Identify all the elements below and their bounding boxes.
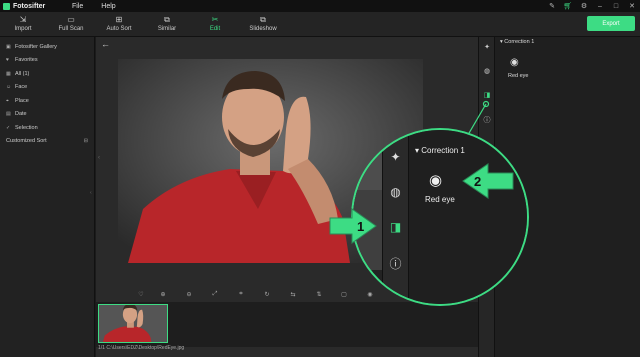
toolbar-import[interactable]: ⇲ Import: [3, 15, 43, 32]
import-icon: ⇲: [19, 15, 27, 24]
fit-icon[interactable]: ⤢: [210, 291, 220, 298]
maximize-icon[interactable]: □: [608, 3, 624, 10]
color-icon[interactable]: ◍: [479, 67, 495, 75]
tools-icon[interactable]: ✎: [544, 2, 560, 10]
file-index: 1/1: [98, 345, 105, 351]
sidebar-item-date[interactable]: ▤ Date: [0, 108, 94, 122]
grid-icon: ▦: [6, 70, 11, 77]
retouch-icon[interactable]: ✦: [383, 150, 408, 164]
red-eye-icon[interactable]: ◉: [510, 57, 519, 68]
flip-horizontal-icon[interactable]: ⇆: [288, 291, 298, 298]
selection-icon: ✓: [6, 124, 11, 131]
toolbar-slideshow[interactable]: ⧉ Slideshow: [243, 15, 283, 32]
export-button[interactable]: Export: [587, 16, 635, 31]
gallery-icon: ▣: [6, 43, 11, 50]
collapse-sidebar-icon[interactable]: ‹: [90, 190, 92, 196]
slideshow-icon: ⧉: [260, 15, 266, 24]
info-icon[interactable]: ⓘ: [479, 115, 495, 125]
correction-section-title: Correction 1: [504, 39, 535, 45]
customized-sort-label: Customized Sort: [6, 138, 47, 145]
favorite-icon[interactable]: ♡: [136, 291, 146, 298]
similar-icon: ⧉: [164, 15, 170, 24]
sidebar-item-label: Favorites: [15, 57, 38, 64]
previous-photo-icon[interactable]: ‹: [98, 155, 100, 161]
sidebar-item-label: Date: [15, 111, 27, 118]
flip-vertical-icon[interactable]: ⇅: [314, 291, 324, 298]
sidebar-item-label: Place: [15, 97, 29, 104]
filmstrip: [96, 302, 478, 347]
callout-photo-fragment: [353, 130, 382, 270]
toolbar-full-scan[interactable]: ▭ Full Scan: [51, 15, 91, 32]
sidebar-item-place[interactable]: ⌖ Place: [0, 94, 94, 108]
auto-sort-icon: ⊞: [115, 15, 123, 24]
full-scan-icon: ▭: [67, 15, 75, 24]
cart-icon[interactable]: 🛒︎: [560, 2, 576, 10]
info-icon[interactable]: ⓘ: [383, 255, 408, 272]
toolbar-edit-label: Edit: [209, 26, 221, 32]
sidebar-item-favorites[interactable]: ♥ Favorites: [0, 54, 94, 68]
sidebar-customized-sort[interactable]: Customized Sort ⊟: [0, 135, 94, 149]
toolbar-auto-sort[interactable]: ⊞ Auto Sort: [99, 15, 139, 32]
sidebar-item-label: Selection: [15, 124, 38, 131]
retouch-icon[interactable]: ✦: [479, 43, 495, 51]
toolbar-slideshow-label: Slideshow: [249, 26, 277, 32]
back-arrow-icon[interactable]: ←: [101, 39, 110, 49]
callout-tool-column: ✦ ◍ ◨ ⓘ: [382, 130, 409, 304]
toolbar-auto-sort-label: Auto Sort: [106, 26, 132, 32]
place-icon: ⌖: [6, 97, 9, 104]
toolbar-similar-label: Similar: [157, 26, 177, 32]
correction-section-header[interactable]: ▾ Correction 1: [500, 39, 534, 45]
photo-thumbnail[interactable]: [98, 304, 168, 343]
color-icon[interactable]: ◍: [383, 185, 408, 199]
callout-section-title: Correction 1: [421, 146, 465, 155]
zoom-out-icon[interactable]: ⊖: [184, 291, 194, 298]
callout-correction-panel: ▾ Correction 1 ◉ Red eye: [409, 130, 527, 304]
sidebar-item-selection[interactable]: ✓ Selection: [0, 121, 94, 135]
red-eye-label: Red eye: [508, 73, 529, 79]
magnifier-callout: ✦ ◍ ◨ ⓘ ▾ Correction 1 ◉ Red eye: [351, 128, 529, 306]
view-icon[interactable]: ◉: [365, 291, 375, 298]
callout-section-header[interactable]: ▾ Correction 1: [415, 146, 465, 155]
correction-icon[interactable]: ◨: [383, 220, 408, 234]
heart-icon: ♥: [6, 57, 9, 64]
file-path: 1/1 C:\Users\EDZ\Desktop\RedEye.jpg: [98, 345, 184, 351]
edit-icon: ✂: [211, 15, 219, 24]
calendar-icon: ▤: [6, 111, 11, 118]
app-logo: Fotosifter: [3, 2, 60, 10]
close-icon[interactable]: ✕: [624, 2, 640, 10]
resize-icon[interactable]: ▢: [339, 291, 349, 298]
sidebar-item-face[interactable]: ☺ Face: [0, 81, 94, 95]
toolbar-similar[interactable]: ⧉ Similar: [147, 15, 187, 32]
sidebar-item-label: Fotosifter Gallery: [15, 43, 57, 50]
fotosifter-logo-icon: [3, 2, 10, 10]
toolbar-import-label: Import: [14, 26, 32, 32]
rotate-icon[interactable]: ↻: [262, 291, 272, 298]
title-bar: Fotosifter File Help ✎ 🛒︎ ⚙ – □ ✕: [0, 0, 640, 12]
face-icon: ☺: [6, 84, 12, 91]
menu-help[interactable]: Help: [101, 3, 115, 10]
minimize-icon[interactable]: –: [592, 3, 608, 10]
sidebar-item-label: All (1): [15, 70, 30, 77]
correction-icon[interactable]: ◨: [479, 91, 495, 99]
callout-red-eye-label: Red eye: [425, 195, 455, 204]
sidebar: ▣ Fotosifter Gallery ♥ Favorites ▦ All (…: [0, 37, 95, 357]
file-path-text: C:\Users\EDZ\Desktop\RedEye.jpg: [106, 345, 185, 351]
app-name: Fotosifter: [13, 2, 46, 10]
crop-icon[interactable]: ⌗: [236, 291, 246, 298]
bookmark-icon[interactable]: ⊟: [84, 138, 88, 144]
settings-icon[interactable]: ⚙: [576, 2, 592, 10]
toolbar-edit[interactable]: ✂ Edit: [195, 15, 235, 32]
sidebar-item-all[interactable]: ▦ All (1): [0, 67, 94, 81]
menu-file[interactable]: File: [72, 3, 83, 10]
sidebar-item-label: Face: [15, 84, 28, 91]
zoom-in-icon[interactable]: ⊕: [158, 291, 168, 298]
sidebar-item-gallery[interactable]: ▣ Fotosifter Gallery: [0, 40, 94, 54]
main-toolbar: ⇲ Import ▭ Full Scan ⊞ Auto Sort ⧉ Simil…: [0, 12, 640, 37]
toolbar-full-scan-label: Full Scan: [58, 26, 84, 32]
red-eye-icon[interactable]: ◉: [429, 171, 442, 189]
